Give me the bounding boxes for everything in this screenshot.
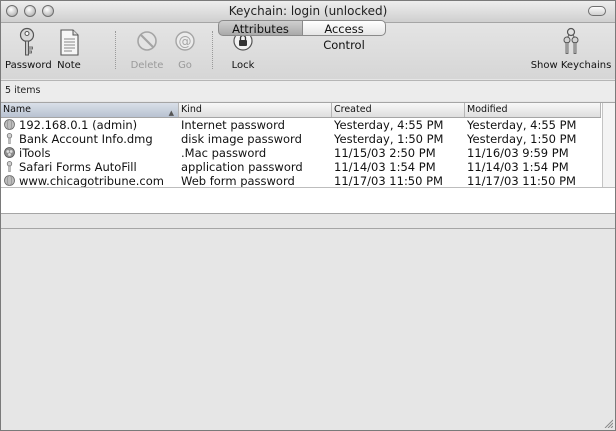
note-button-label: Note [57, 60, 81, 71]
delete-button[interactable]: Delete [127, 23, 167, 79]
row-kind: application password [181, 160, 303, 174]
row-modified: 11/14/03 1:54 PM [467, 160, 569, 174]
row-name: Safari Forms AutoFill [19, 160, 137, 174]
row-kind: .Mac password [181, 146, 267, 160]
key-icon [19, 27, 35, 56]
show-keychains-button[interactable]: Show Keychains [529, 23, 613, 79]
key-small-icon [6, 161, 13, 172]
table-header: Name ▲ Kind Created Modified [1, 103, 601, 118]
item-count: 5 items [5, 85, 41, 96]
row-modified: 11/17/03 11:50 PM [467, 174, 576, 188]
row-modified: Yesterday, 1:50 PM [467, 132, 577, 146]
row-created: 11/17/03 11:50 PM [334, 174, 443, 188]
table-row[interactable]: Bank Account Info.dmg disk image passwor… [1, 132, 601, 146]
row-name: Bank Account Info.dmg [19, 132, 153, 146]
note-button[interactable]: Note [51, 23, 87, 79]
row-kind: Web form password [181, 174, 295, 188]
keychain-window: Keychain: login (unlocked) Password Note… [0, 0, 616, 431]
row-name: iTools [19, 146, 51, 160]
table-row[interactable]: iTools .Mac password 11/15/03 2:50 PM 11… [1, 146, 601, 160]
table-scrollbar[interactable] [602, 103, 615, 187]
column-header-created[interactable]: Created [332, 103, 465, 117]
item-count-bar: 5 items [1, 80, 615, 101]
column-header-name[interactable]: Name ▲ [1, 103, 179, 117]
row-created: Yesterday, 4:55 PM [334, 118, 444, 132]
resize-grip-icon[interactable] [603, 418, 613, 428]
go-button-label: Go [178, 60, 192, 71]
show-keychains-button-label: Show Keychains [530, 60, 612, 71]
table-row[interactable]: www.chicagotribune.com Web form password… [1, 174, 601, 188]
note-icon [60, 29, 79, 56]
column-header-modified[interactable]: Modified [465, 103, 601, 117]
globe-icon [4, 175, 15, 186]
tab-attributes[interactable]: Attributes [218, 20, 302, 36]
table-bottom-border [1, 187, 615, 188]
toolbar-toggle-button[interactable] [588, 6, 606, 16]
tab-access-control[interactable]: Access Control [302, 20, 386, 52]
detail-pane-top-border [1, 228, 615, 229]
column-header-kind[interactable]: Kind [179, 103, 332, 117]
delete-button-label: Delete [130, 60, 164, 71]
row-modified: 11/16/03 9:59 PM [467, 146, 569, 160]
lock-button-label: Lock [231, 60, 255, 71]
go-button[interactable]: @ Go [167, 23, 203, 79]
keychain-items-table: Name ▲ Kind Created Modified 192.168.0.1… [1, 102, 615, 213]
key-small-icon [6, 133, 13, 144]
row-kind: Internet password [181, 118, 285, 132]
toolbar-separator [212, 31, 214, 69]
keychains-icon [563, 27, 579, 54]
table-row[interactable]: 192.168.0.1 (admin) Internet password Ye… [1, 118, 601, 132]
globe-icon [4, 119, 15, 130]
at-icon: @ [175, 31, 195, 51]
row-created: 11/15/03 2:50 PM [334, 146, 436, 160]
svg-text:@: @ [179, 35, 192, 50]
row-created: Yesterday, 1:50 PM [334, 132, 444, 146]
row-kind: disk image password [181, 132, 302, 146]
delete-icon [137, 31, 157, 51]
password-button[interactable]: Password [5, 23, 52, 79]
password-button-label: Password [5, 60, 52, 71]
row-created: 11/14/03 1:54 PM [334, 160, 436, 174]
toolbar-separator [115, 31, 117, 69]
row-name: www.chicagotribune.com [19, 174, 164, 188]
row-modified: Yesterday, 4:55 PM [467, 118, 577, 132]
itools-icon [4, 147, 15, 158]
window-title: Keychain: login (unlocked) [228, 4, 388, 18]
table-row[interactable]: Safari Forms AutoFill application passwo… [1, 160, 601, 174]
row-name: 192.168.0.1 (admin) [19, 118, 138, 132]
